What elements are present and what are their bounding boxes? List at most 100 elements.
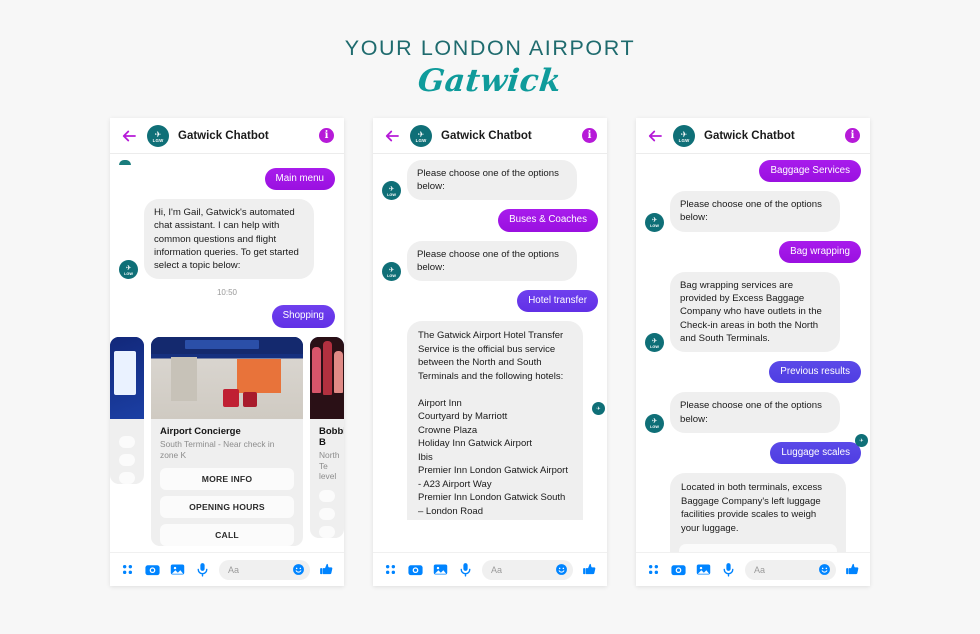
message-input[interactable]: Aa xyxy=(219,559,310,580)
message-row: Main menu xyxy=(119,168,335,191)
plane-icon: ✈ xyxy=(859,437,864,444)
carousel-card-button[interactable] xyxy=(119,453,135,466)
microphone-icon[interactable] xyxy=(457,561,474,578)
brand-wordmark: Gatwick xyxy=(416,63,564,99)
shopping-carousel[interactable]: Airport Concierge South Terminal - Near … xyxy=(110,336,344,552)
info-icon[interactable]: i xyxy=(582,128,597,143)
chip-main-menu[interactable]: Main menu xyxy=(264,168,335,191)
carousel-card-button[interactable] xyxy=(319,526,335,539)
back-arrow-icon[interactable] xyxy=(120,127,138,145)
camera-icon[interactable] xyxy=(144,561,161,578)
carousel-card-airport-concierge[interactable]: Airport Concierge South Terminal - Near … xyxy=(151,336,303,547)
apps-grid-icon[interactable] xyxy=(119,561,136,578)
avatar: ✈ LGW xyxy=(119,260,138,280)
chat-header-1: ✈ LGW Gatwick Chatbot i xyxy=(110,118,344,154)
avatar-code: LGW xyxy=(387,192,396,197)
carousel-track[interactable]: Airport Concierge South Terminal - Near … xyxy=(110,336,344,552)
image-icon[interactable] xyxy=(169,561,186,578)
avatar-sliver xyxy=(119,160,131,165)
message-row: Bag wrapping xyxy=(645,240,861,263)
more-info-button[interactable]: MORE INFO xyxy=(160,468,294,491)
plane-icon: ✈ xyxy=(596,405,601,412)
avatar-badge[interactable]: ✈ xyxy=(592,402,605,415)
thumbs-up-icon[interactable] xyxy=(581,561,598,578)
message-row: ✈ LGW Bag wrapping services are provided… xyxy=(645,271,861,353)
carousel-card-meta: Bobbi B North Te level xyxy=(310,419,344,485)
carousel-card-prev[interactable] xyxy=(110,336,144,484)
chip-bag-wrapping[interactable]: Bag wrapping xyxy=(779,240,861,263)
brand-tagline: YOUR LONDON AIRPORT xyxy=(344,36,636,60)
plane-icon: ✈ xyxy=(417,129,425,139)
message-row: ✈ LGW Please choose one of the options b… xyxy=(645,191,861,232)
avatar: ✈ LGW xyxy=(645,413,664,433)
chat-screen-3: ✈ LGW Gatwick Chatbot i Baggage Services… xyxy=(636,118,870,586)
chip-previous-results[interactable]: Previous results xyxy=(769,361,861,384)
message-list-3[interactable]: Baggage Services ✈ LGW Please choose one… xyxy=(636,154,870,552)
carousel-card-button[interactable] xyxy=(119,471,135,484)
carousel-card-button[interactable] xyxy=(319,490,335,503)
emoji-smiley-icon[interactable] xyxy=(555,563,568,576)
opening-hours-button[interactable]: OPENING HOURS xyxy=(160,496,294,519)
avatar-code: LGW xyxy=(124,271,133,276)
message-row: ✈ LGW Located in both terminals, excess … xyxy=(645,473,861,552)
info-icon[interactable]: i xyxy=(845,128,860,143)
avatar-code: LGW xyxy=(650,425,659,430)
plane-icon: ✈ xyxy=(680,129,688,139)
scrolled-message-sliver xyxy=(119,160,335,165)
back-arrow-icon[interactable] xyxy=(383,127,401,145)
bobbi-brown-lipstick-photo xyxy=(310,336,344,419)
bot-message: Please choose one of the options below: xyxy=(670,392,840,433)
thumbs-up-icon[interactable] xyxy=(318,561,335,578)
chip-buses-and-coaches[interactable]: Buses & Coaches xyxy=(498,209,598,232)
avatar: ✈ LGW xyxy=(410,124,432,147)
camera-icon[interactable] xyxy=(670,561,687,578)
message-row: Hotel transfer xyxy=(382,290,598,313)
back-arrow-icon[interactable] xyxy=(646,127,664,145)
carousel-card-next[interactable]: Bobbi B North Te level xyxy=(310,336,344,539)
emoji-smiley-icon[interactable] xyxy=(818,563,831,576)
apps-grid-icon[interactable] xyxy=(382,561,399,578)
chat-screen-2: ✈ LGW Gatwick Chatbot i ✈ LGW Please cho… xyxy=(373,118,607,586)
message-input[interactable]: Aa xyxy=(482,559,573,580)
microphone-icon[interactable] xyxy=(194,561,211,578)
avatar-code: LGW xyxy=(387,273,396,278)
bot-message: Bag wrapping services are provided by Ex… xyxy=(670,271,840,353)
microphone-icon[interactable] xyxy=(720,561,737,578)
chip-luggage-scales[interactable]: Luggage scales xyxy=(770,441,861,465)
carousel-card-button[interactable] xyxy=(119,435,135,448)
thumbs-up-icon[interactable] xyxy=(844,561,861,578)
emoji-smiley-icon[interactable] xyxy=(292,563,305,576)
avatar-badge[interactable]: ✈ xyxy=(855,434,868,447)
chat-screen-1: ✈ LGW Gatwick Chatbot i Main menu ✈ LGW … xyxy=(110,118,344,586)
message-list-1[interactable]: Main menu ✈ LGW Hi, I'm Gail, Gatwick's … xyxy=(110,154,344,552)
message-row: Buses & Coaches xyxy=(382,209,598,232)
hotel-transfer-text: The Gatwick Airport Hotel Transfer Servi… xyxy=(418,330,568,520)
bot-message: Hi, I'm Gail, Gatwick's automated chat a… xyxy=(144,199,314,280)
chip-hotel-transfer[interactable]: Hotel transfer xyxy=(517,290,598,313)
call-button[interactable]: CALL xyxy=(160,524,294,547)
bot-message: Please choose one of the options below: xyxy=(407,240,577,282)
info-icon[interactable]: i xyxy=(319,128,334,143)
message-input[interactable]: Aa xyxy=(745,559,836,580)
message-row: Baggage Services xyxy=(645,160,861,183)
message-input-placeholder: Aa xyxy=(754,564,766,575)
avatar: ✈ LGW xyxy=(645,212,664,232)
carousel-card-subtitle: North Te level xyxy=(319,449,340,482)
carousel-card-button[interactable] xyxy=(319,508,335,521)
screenshot-canvas: YOUR LONDON AIRPORT Gatwick ✈ LGW Gatwic… xyxy=(0,0,980,634)
avatar-code: LGW xyxy=(650,224,659,229)
carousel-card-meta: Airport Concierge South Terminal - Near … xyxy=(151,419,303,463)
carousel-card-meta xyxy=(110,419,144,430)
chip-baggage-services[interactable]: Baggage Services xyxy=(759,160,861,183)
message-row: ✈ LGW Please choose one of the options b… xyxy=(382,240,598,282)
hotel-transfer-card: The Gatwick Airport Hotel Transfer Servi… xyxy=(407,321,583,520)
message-list-2[interactable]: ✈ LGW Please choose one of the options b… xyxy=(373,154,607,520)
more-info-button[interactable]: MORE INFO xyxy=(679,543,837,552)
carousel-card-title: Bobbi B xyxy=(319,425,344,448)
camera-icon[interactable] xyxy=(407,561,424,578)
apps-grid-icon[interactable] xyxy=(645,561,662,578)
image-icon[interactable] xyxy=(432,561,449,578)
chip-shopping[interactable]: Shopping xyxy=(271,305,335,328)
image-icon[interactable] xyxy=(695,561,712,578)
bot-message: Please choose one of the options below: xyxy=(670,191,840,232)
